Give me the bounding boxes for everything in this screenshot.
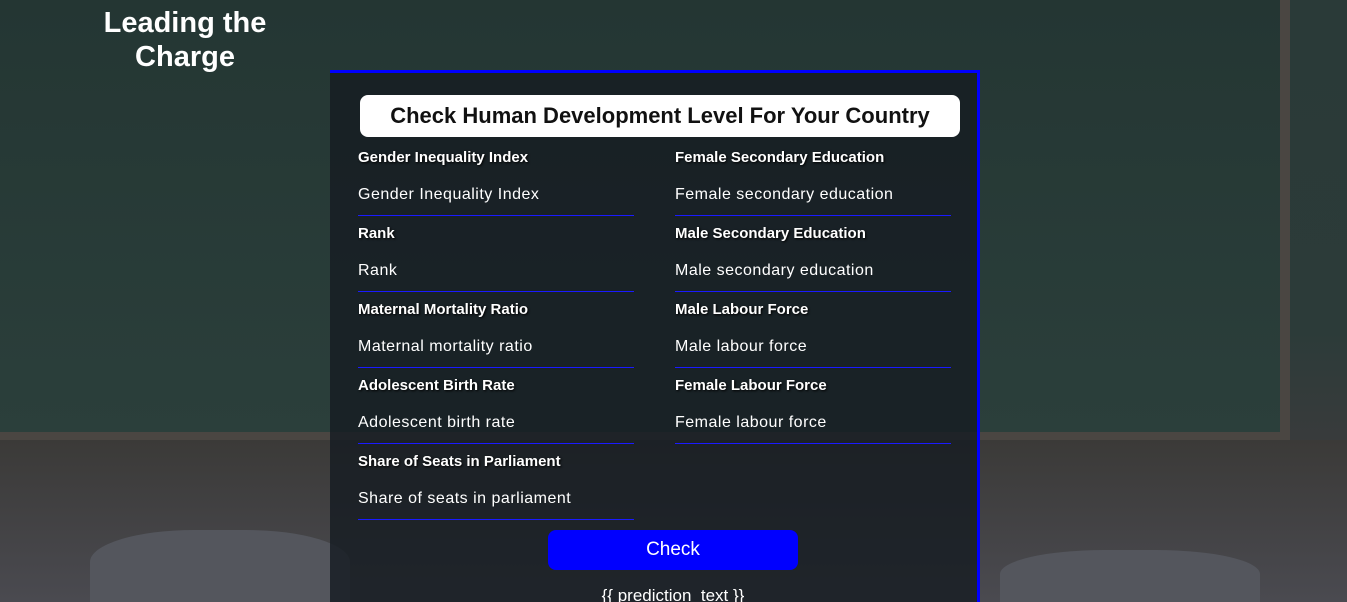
field-label: Gender Inequality Index <box>358 149 529 166</box>
share-of-seats-input[interactable] <box>358 479 634 520</box>
field-female-secondary-education: Female Secondary Education <box>675 149 953 225</box>
field-label: Female Secondary Education <box>675 149 885 166</box>
field-male-labour-force: Male Labour Force <box>675 301 953 377</box>
field-label: Rank <box>358 225 395 242</box>
field-rank: Rank <box>358 225 636 301</box>
field-label: Maternal Mortality Ratio <box>358 301 529 318</box>
field-label: Adolescent Birth Rate <box>358 377 515 394</box>
field-male-secondary-education: Male Secondary Education <box>675 225 953 301</box>
gender-inequality-index-input[interactable] <box>358 175 634 216</box>
brand-title: Leading the Charge <box>103 7 267 73</box>
student-figure-right <box>1000 550 1260 602</box>
right-field-column: Female Secondary Education Male Secondar… <box>675 149 953 453</box>
check-button[interactable]: Check <box>548 530 798 570</box>
field-female-labour-force: Female Labour Force <box>675 377 953 453</box>
female-labour-force-input[interactable] <box>675 403 951 444</box>
male-labour-force-input[interactable] <box>675 327 951 368</box>
female-secondary-education-input[interactable] <box>675 175 951 216</box>
field-label: Female Labour Force <box>675 377 827 394</box>
rank-input[interactable] <box>358 251 634 292</box>
field-label: Share of Seats in Parliament <box>358 453 561 470</box>
prediction-text: {{ prediction_text }} <box>601 586 745 602</box>
male-secondary-education-input[interactable] <box>675 251 951 292</box>
field-maternal-mortality-ratio: Maternal Mortality Ratio <box>358 301 636 377</box>
maternal-mortality-ratio-input[interactable] <box>358 327 634 368</box>
prediction-form-panel: Check Human Development Level For Your C… <box>330 70 980 602</box>
field-adolescent-birth-rate: Adolescent Birth Rate <box>358 377 636 453</box>
form-title: Check Human Development Level For Your C… <box>360 95 960 137</box>
field-gender-inequality-index: Gender Inequality Index <box>358 149 636 225</box>
student-figure-left <box>90 530 350 602</box>
adolescent-birth-rate-input[interactable] <box>358 403 634 444</box>
field-share-of-seats-in-parliament: Share of Seats in Parliament <box>358 453 636 529</box>
field-label: Male Labour Force <box>675 301 809 318</box>
field-label: Male Secondary Education <box>675 225 866 242</box>
left-field-column: Gender Inequality Index Rank Maternal Mo… <box>358 149 636 529</box>
